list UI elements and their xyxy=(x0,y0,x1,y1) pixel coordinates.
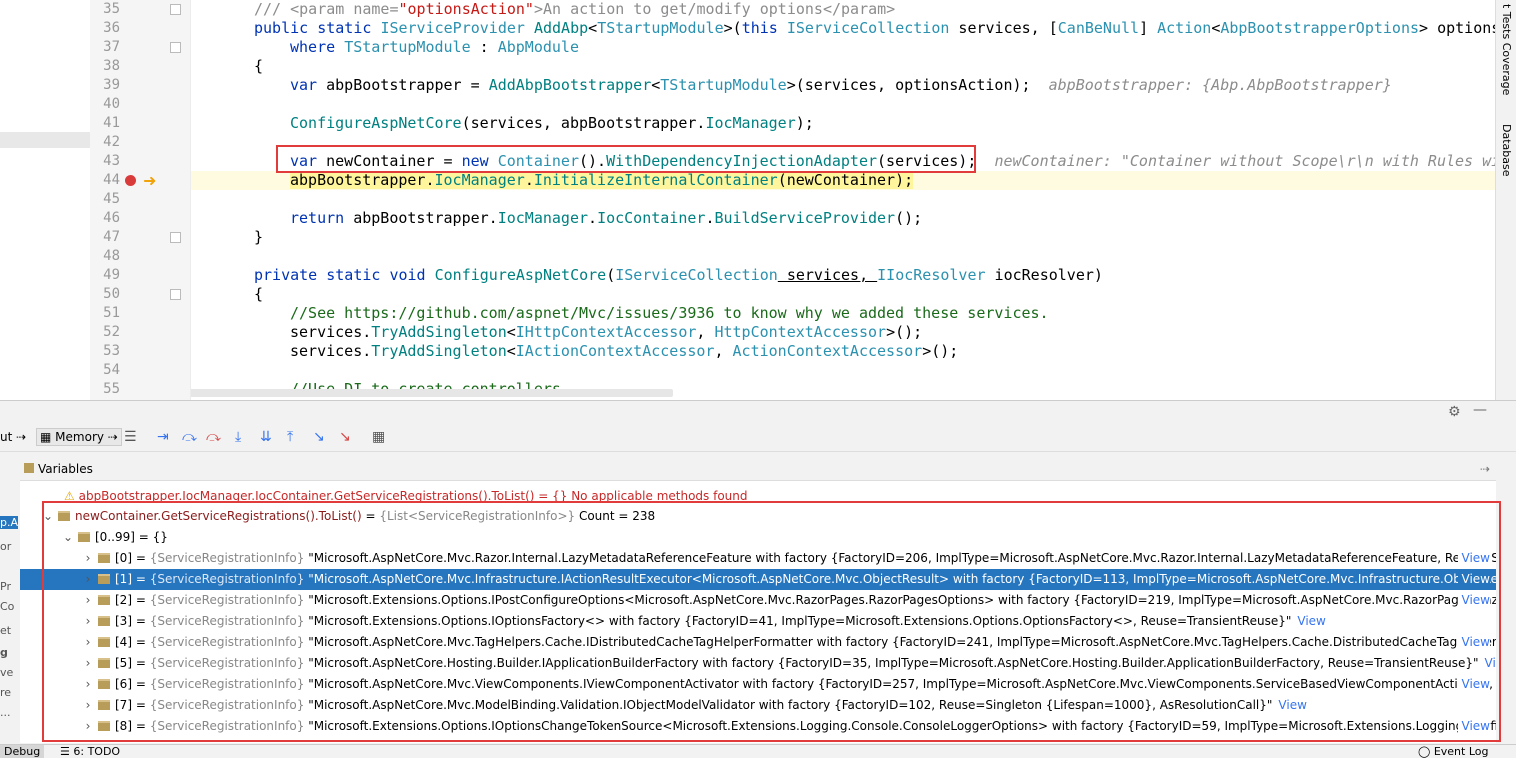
code-line-52: services.TryAddSingleton<IHttpContextAcc… xyxy=(290,323,923,341)
line-number[interactable]: 48 xyxy=(90,247,120,266)
code-line-35: /// <param name="optionsAction">An actio… xyxy=(254,0,896,18)
line-number[interactable]: 37 xyxy=(90,38,120,57)
force-run-to-cursor-icon[interactable]: ↘ xyxy=(339,429,351,445)
run-to-cursor-icon[interactable]: ↘ xyxy=(313,429,325,445)
line-number[interactable]: 55 xyxy=(90,380,120,399)
project-panel-selected-row[interactable] xyxy=(0,132,90,148)
debug-tool-tab[interactable]: Debug xyxy=(0,745,45,758)
code-line-36: public static IServiceProvider AddAbp<TS… xyxy=(254,19,1495,37)
list-icon: ☰ xyxy=(60,745,70,758)
variables-header: Variables ⇢ xyxy=(20,458,1496,481)
event-log-icon: ◯ xyxy=(1418,745,1431,758)
line-number[interactable]: 42 xyxy=(90,133,120,152)
line-number[interactable]: 54 xyxy=(90,361,120,380)
todo-tool-tab[interactable]: ☰ 6: TODO xyxy=(60,745,120,758)
code-line-50: { xyxy=(254,285,264,303)
force-step-into-icon[interactable]: ⇊ xyxy=(260,429,272,445)
line-number[interactable]: 52 xyxy=(90,323,120,342)
project-panel-edge xyxy=(0,0,90,400)
line-number[interactable]: 50 xyxy=(90,285,120,304)
status-bar: Debug ☰ 6: TODO ◯ Event Log xyxy=(0,744,1516,758)
line-number[interactable]: 39 xyxy=(90,76,120,95)
line-number[interactable]: 45 xyxy=(90,190,120,209)
minimize-icon[interactable]: — xyxy=(1473,402,1487,418)
line-number[interactable]: 51 xyxy=(90,304,120,323)
pin-icon[interactable]: ⇢ xyxy=(1480,462,1490,476)
code-line-46: return abpBootstrapper.IocManager.IocCon… xyxy=(290,209,923,227)
fold-marker[interactable] xyxy=(170,4,181,15)
line-number[interactable]: 35 xyxy=(90,0,120,19)
step-out-icon[interactable]: ⤒ xyxy=(287,429,293,445)
step-over-icon[interactable]: ⤼ xyxy=(182,429,197,445)
debug-toolbar xyxy=(0,425,1516,452)
frames-panel-edge: p.A or Pr Co et g ve re ... xyxy=(0,516,18,719)
tab-memory[interactable]: ▦ Memory ⇢ xyxy=(36,428,122,446)
line-number[interactable]: 41 xyxy=(90,114,120,133)
evaluate-expression-icon[interactable]: ▦ xyxy=(372,429,385,445)
force-step-over-icon[interactable]: ⤼ xyxy=(206,429,221,445)
horizontal-scrollbar[interactable] xyxy=(191,389,673,397)
line-number[interactable]: 46 xyxy=(90,209,120,228)
code-line-41: ConfigureAspNetCore(services, abpBootstr… xyxy=(290,114,814,132)
line-number[interactable]: 43 xyxy=(90,152,120,171)
fold-marker[interactable] xyxy=(170,232,181,243)
show-execution-point-icon[interactable]: ⇥ xyxy=(157,429,169,445)
gear-icon[interactable]: ⚙ xyxy=(1448,404,1461,420)
code-line-39: var abpBootstrapper = AddAbpBootstrapper… xyxy=(290,76,1392,94)
line-number[interactable]: 40 xyxy=(90,95,120,114)
line-number[interactable]: 53 xyxy=(90,342,120,361)
code-line-37: where TStartupModule : AbpModule xyxy=(290,38,579,56)
fold-marker[interactable] xyxy=(170,42,181,53)
annotation-box-line-43 xyxy=(276,145,976,173)
database-tab[interactable]: Database xyxy=(1500,124,1513,177)
frames-icon[interactable]: ☰ xyxy=(124,429,137,445)
tab-output[interactable]: ut ⇢ xyxy=(0,430,26,444)
variables-icon xyxy=(24,463,34,473)
memory-icon: ▦ xyxy=(40,430,52,444)
breakpoint-icon[interactable] xyxy=(125,175,136,186)
execution-point-icon: ➜ xyxy=(143,171,157,190)
line-number[interactable]: 38 xyxy=(90,57,120,76)
code-line-47: } xyxy=(254,228,264,246)
code-line-51: //See https://github.com/aspnet/Mvc/issu… xyxy=(290,304,1049,322)
tests-coverage-tab[interactable]: t Tests Coverage xyxy=(1500,4,1513,95)
code-line-38: { xyxy=(254,57,264,75)
step-into-icon[interactable]: ⤓ xyxy=(235,429,241,445)
code-line-49: private static void ConfigureAspNetCore(… xyxy=(254,266,1103,284)
event-log-tab[interactable]: ◯ Event Log xyxy=(1418,745,1488,758)
line-number[interactable]: 44 xyxy=(90,171,120,190)
code-line-53: services.TryAddSingleton<IActionContextA… xyxy=(290,342,959,360)
right-tool-strip: t Tests Coverage Database xyxy=(1495,0,1516,400)
code-line-44: abpBootstrapper.IocManager.InitializeInt… xyxy=(290,171,914,189)
code-editor[interactable]: /// <param name="optionsAction">An actio… xyxy=(191,0,1495,400)
annotation-box-variables xyxy=(42,501,1501,742)
line-number[interactable]: 49 xyxy=(90,266,120,285)
fold-marker[interactable] xyxy=(170,289,181,300)
line-number[interactable]: 36 xyxy=(90,19,120,38)
line-number[interactable]: 47 xyxy=(90,228,120,247)
